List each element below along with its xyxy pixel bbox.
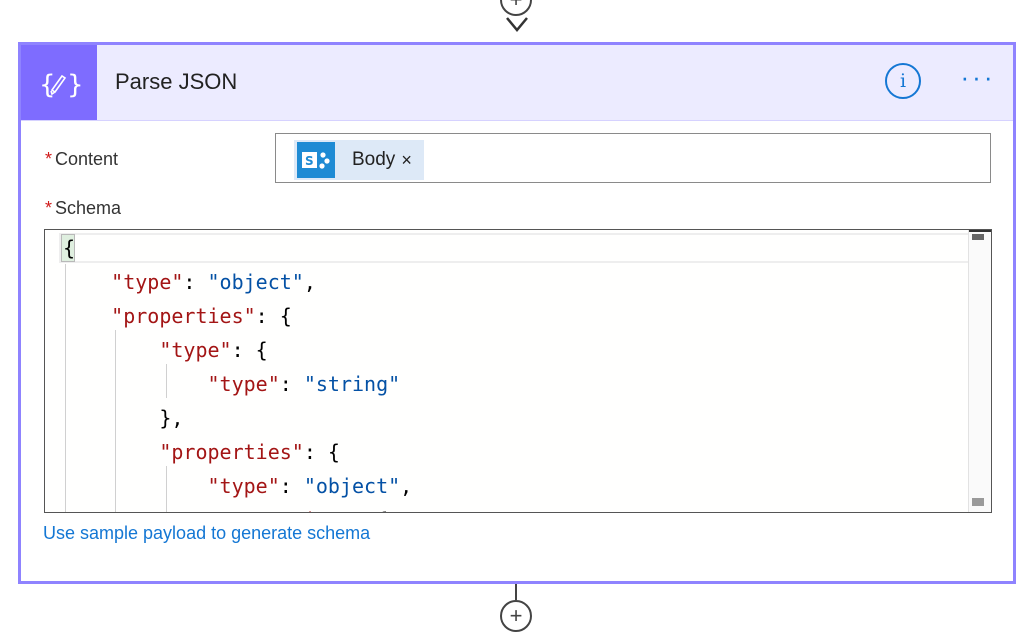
code-token: : — [279, 474, 304, 498]
arrow-down-icon — [506, 17, 528, 32]
json-key: "type" — [207, 372, 280, 396]
svg-text:}: } — [67, 70, 81, 100]
current-line-highlight — [59, 233, 989, 263]
info-button[interactable]: i — [885, 63, 921, 99]
plus-icon: + — [510, 0, 523, 11]
card-title[interactable]: Parse JSON — [115, 69, 237, 95]
content-label-text: Content — [55, 149, 119, 169]
json-key: "type" — [207, 474, 280, 498]
ellipsis-icon: ··· — [960, 62, 996, 92]
editor-scrollbar[interactable] — [968, 230, 991, 512]
code-token: : — [231, 338, 256, 362]
code-token: , — [400, 474, 413, 498]
code-token: { — [63, 236, 76, 260]
code-line: "properties": { — [63, 299, 292, 333]
svg-text:S: S — [305, 154, 314, 168]
json-key: "properties" — [111, 304, 256, 328]
code-line: "type": "object", — [63, 265, 316, 299]
svg-text:{: { — [39, 70, 56, 100]
scrollbar-top-edge — [969, 230, 991, 232]
info-icon: i — [899, 70, 907, 92]
json-key: "type" — [111, 270, 184, 294]
json-value: "object" — [303, 474, 401, 498]
code-line: "type": "string" — [63, 367, 401, 401]
remove-token-icon[interactable]: × — [401, 150, 412, 171]
connector-line — [515, 584, 517, 600]
required-marker: * — [45, 149, 53, 169]
json-value: "string" — [303, 372, 401, 396]
json-key: "type" — [159, 338, 232, 362]
code-token: : — [279, 372, 304, 396]
content-input[interactable]: S Body × — [275, 133, 991, 183]
code-token: : — [352, 508, 376, 512]
code-line: }, — [63, 401, 183, 435]
plus-icon: + — [509, 603, 523, 628]
card-header[interactable]: { } Parse JSON i ··· — [21, 45, 1013, 121]
add-step-below-button[interactable]: + — [500, 600, 532, 632]
scrollbar-thumb[interactable] — [972, 234, 984, 240]
code-token: { — [255, 338, 268, 362]
json-key: "properties" — [159, 440, 304, 464]
token-label: Body — [352, 149, 396, 170]
code-line: "type": { — [63, 333, 268, 367]
code-token: , — [303, 270, 316, 294]
code-token: : — [255, 304, 280, 328]
body-token[interactable]: S Body × — [294, 140, 424, 180]
parse-json-card: { } Parse JSON i ··· *Content S Body — [18, 42, 1016, 584]
json-value: "object" — [207, 270, 304, 294]
sharepoint-icon: S — [297, 142, 335, 178]
json-key: "properties" — [208, 508, 353, 512]
use-sample-payload-link[interactable]: Use sample payload to generate schema — [43, 523, 370, 544]
scrollbar-bottom-marker — [972, 498, 984, 506]
code-token: { — [279, 304, 292, 328]
parse-json-icon: { } — [21, 45, 97, 120]
schema-code-editor[interactable]: { "type": "object", "properties": { "typ… — [44, 229, 992, 513]
code-token: { — [327, 440, 340, 464]
more-options-button[interactable]: ··· — [956, 64, 1000, 95]
code-line: "properties": { — [63, 435, 340, 469]
code-token: }, — [159, 406, 184, 430]
code-token: : — [183, 270, 208, 294]
content-label: * Content — [45, 149, 118, 170]
required-marker: * — [45, 198, 53, 218]
code-token: { — [376, 508, 388, 512]
code-line: "type": "object", — [63, 469, 413, 503]
code-token: : — [303, 440, 328, 464]
schema-label-text: Schema — [55, 198, 122, 218]
code-line: { — [63, 231, 75, 265]
schema-label: * Schema — [45, 198, 121, 219]
code-line: "properties": { — [63, 503, 389, 512]
